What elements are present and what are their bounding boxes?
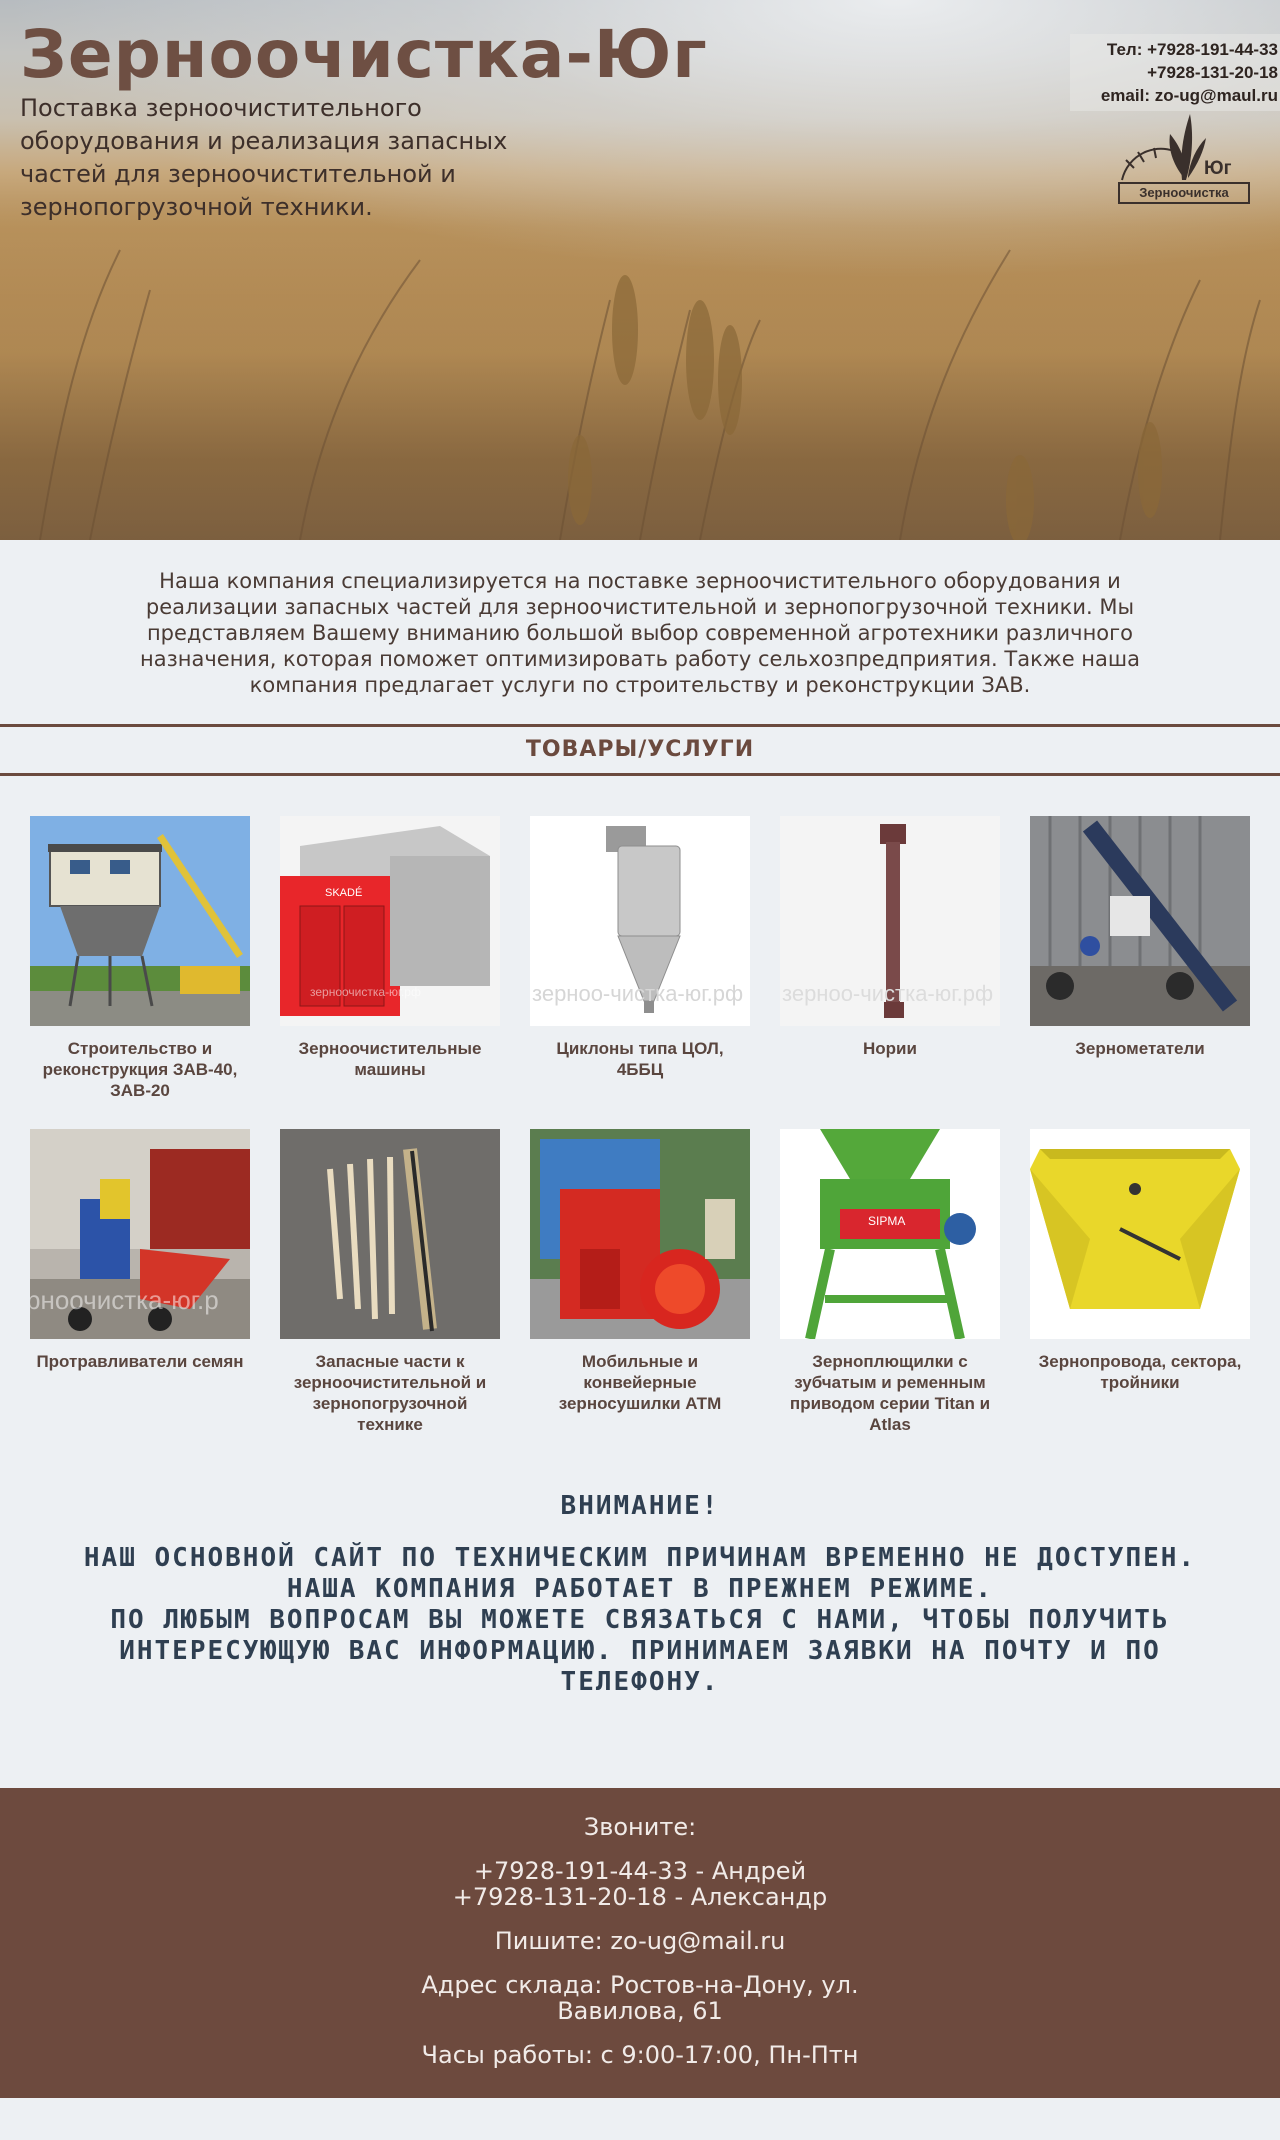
notice-body: НАШ ОСНОВНОЙ САЙТ ПО ТЕХНИЧЕСКИМ ПРИЧИНА… (40, 1543, 1240, 1698)
cleaner-brand-mark: SKADÉ (325, 886, 362, 899)
footer-email[interactable]: Пишите: zo-ug@mail.ru (0, 1928, 1280, 1954)
product-card-thrower[interactable]: Зернометатели (1025, 816, 1255, 1101)
product-card-spare-parts[interactable]: Запасные части к зерноочистительной и зе… (275, 1129, 505, 1435)
footer-phones: +7928-191-44-33 - Андрей +7928-131-20-18… (0, 1858, 1280, 1910)
hero-banner: Зерноочистка-Юг Поставка зерноочиститель… (0, 0, 1280, 540)
footer-call-label: Звоните: (583, 1813, 697, 1841)
header-phone-1[interactable]: Тел: +7928-191-44-33 (1076, 38, 1278, 61)
product-card-cleaner[interactable]: SKADÉ зерноочистка-юг.рф Зерноочиститель… (275, 816, 505, 1101)
product-label[interactable]: Строительство и реконструкция ЗАВ-40, ЗА… (25, 1038, 255, 1101)
product-card-pipes[interactable]: Зернопровода, сектора, тройники (1025, 1129, 1255, 1435)
header-contacts: Тел: +7928-191-44-33 +7928-131-20-18 ema… (1070, 34, 1280, 111)
product-card-flaker[interactable]: SIPMA Зерноплющилки с зубчатым и ременны… (775, 1129, 1005, 1435)
product-card-treater[interactable]: рноочистка-юг.р Протравливатели семян (25, 1129, 255, 1435)
footer-hours: Часы работы: с 9:00-17:00, Пн-Птн (421, 2041, 859, 2069)
product-label[interactable]: Циклоны типа ЦОЛ, 4ББЦ (525, 1038, 755, 1080)
products-heading: ТОВАРЫ/УСЛУГИ (0, 724, 1280, 776)
company-logo[interactable]: Юг Зерноочистка (1114, 108, 1254, 212)
zav-tower-photo[interactable] (30, 816, 250, 1026)
site-title: Зерноочистка-Юг (20, 16, 708, 93)
product-card-noria[interactable]: зерноо-чистка-юг.рф Нории (775, 816, 1005, 1101)
logo-brand-text: Юг (1204, 158, 1232, 179)
product-label[interactable]: Зернометатели (1025, 1038, 1255, 1059)
header-email[interactable]: email: zo-ug@maul.ru (1076, 84, 1278, 107)
product-label[interactable]: Зерноплющилки с зубчатым и ременным прив… (775, 1351, 1005, 1435)
watermark-text: зерноо-чистка-юг.рф (532, 981, 743, 1006)
product-card-cyclone[interactable]: зерноо-чистка-юг.рф Циклоны типа ЦОЛ, 4Б… (525, 816, 755, 1101)
flaker-brand-mark: SIPMA (868, 1214, 905, 1228)
footer: Звоните: +7928-191-44-33 - Андрей +7928-… (0, 1788, 1280, 2098)
grain-pipe-photo[interactable] (1030, 1129, 1250, 1339)
product-label[interactable]: Зернопровода, сектора, тройники (1025, 1351, 1255, 1393)
product-card-dryer[interactable]: Мобильные и конвейерные зерносушилки АТМ (525, 1129, 755, 1435)
grain-flaker-photo[interactable]: SIPMA (780, 1129, 1000, 1339)
product-card-zav[interactable]: Строительство и реконструкция ЗАВ-40, ЗА… (25, 816, 255, 1101)
product-label[interactable]: Мобильные и конвейерные зерносушилки АТМ (525, 1351, 755, 1414)
product-label[interactable]: Запасные части к зерноочистительной и зе… (275, 1351, 505, 1435)
red-grain-cleaner-photo[interactable]: SKADÉ зерноочистка-юг.рф (280, 816, 500, 1026)
footer-phone-2[interactable]: +7928-131-20-18 - Александр (453, 1883, 827, 1911)
notice-line-1: НАШ ОСНОВНОЙ САЙТ ПО ТЕХНИЧЕСКИМ ПРИЧИНА… (83, 1543, 1197, 1604)
footer-phone-1[interactable]: +7928-191-44-33 - Андрей (474, 1857, 806, 1885)
header-phone-2[interactable]: +7928-131-20-18 (1076, 61, 1278, 84)
notice-title: ВНИМАНИЕ! (560, 1491, 720, 1521)
notice-line-2: ПО ЛЮБЫМ ВОПРОСАМ ВЫ МОЖЕТЕ СВЯЗАТЬСЯ С … (110, 1605, 1170, 1697)
watermark-text: зерноо-чистка-юг.рф (782, 981, 993, 1006)
spare-parts-photo[interactable] (280, 1129, 500, 1339)
cyclone-photo[interactable]: зерноо-чистка-юг.рф (530, 816, 750, 1026)
grain-thrower-photo[interactable] (1030, 816, 1250, 1026)
site-notice: ВНИМАНИЕ! НАШ ОСНОВНОЙ САЙТ ПО ТЕХНИЧЕСК… (0, 1435, 1280, 1788)
seed-treater-photo[interactable]: рноочистка-юг.р (30, 1129, 250, 1339)
watermark-text: зерноочистка-юг.рф (310, 985, 421, 999)
grain-dryer-photo[interactable] (530, 1129, 750, 1339)
logo-caption: Зерноочистка (1118, 182, 1250, 204)
product-label[interactable]: Протравливатели семян (25, 1351, 255, 1372)
company-intro: Наша компания специализируется на постав… (140, 569, 1140, 697)
site-tagline: Поставка зерноочистительного оборудовани… (20, 94, 508, 221)
bucket-elevator-photo[interactable]: зерноо-чистка-юг.рф (780, 816, 1000, 1026)
watermark-text: рноочистка-юг.р (30, 1285, 219, 1315)
products-grid: Строительство и реконструкция ЗАВ-40, ЗА… (0, 776, 1280, 1435)
product-label[interactable]: Зерноочистительные машины (275, 1038, 505, 1080)
footer-address: Адрес склада: Ростов-на-Дону, ул. Вавило… (421, 1971, 859, 2025)
product-label[interactable]: Нории (775, 1038, 1005, 1059)
wheat-sun-icon (1121, 114, 1206, 181)
